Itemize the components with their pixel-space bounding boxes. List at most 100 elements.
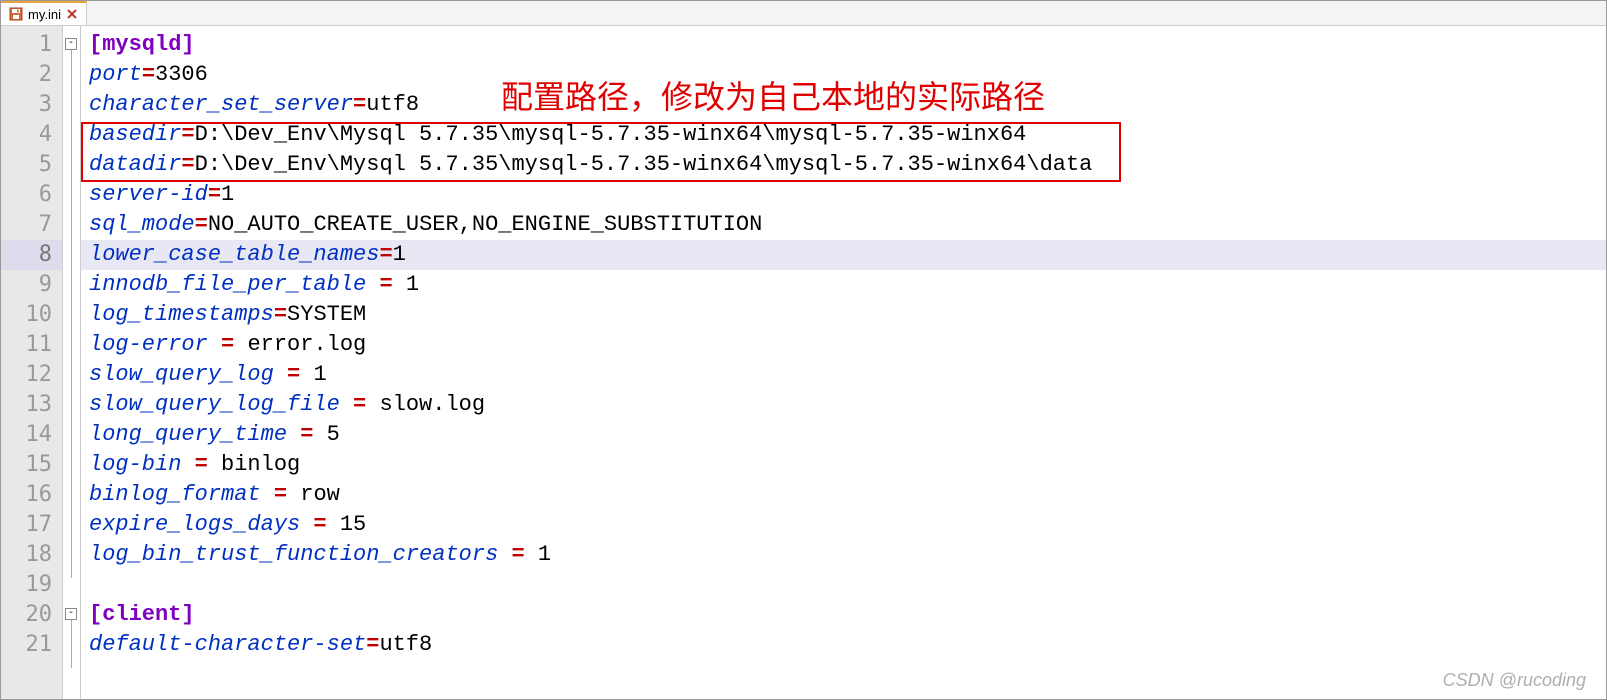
config-value: utf8 <box>366 92 419 117</box>
editor-window: my.ini 123456789101112131415161718192021… <box>0 0 1607 700</box>
fold-column: -- <box>63 26 81 699</box>
config-value: SYSTEM <box>287 302 366 327</box>
equals-sign: = <box>340 392 380 417</box>
code-line[interactable]: [mysqld] <box>81 30 1606 60</box>
config-value: error.log <box>247 332 366 357</box>
save-icon <box>9 7 23 21</box>
code-line[interactable] <box>81 570 1606 600</box>
code-line[interactable]: log-error = error.log <box>81 330 1606 360</box>
config-value: 1 <box>406 272 419 297</box>
tab-my-ini[interactable]: my.ini <box>1 1 87 25</box>
code-line[interactable]: log_bin_trust_function_creators = 1 <box>81 540 1606 570</box>
equals-sign: = <box>287 422 327 447</box>
config-value: 1 <box>221 182 234 207</box>
line-number-gutter: 123456789101112131415161718192021 <box>1 26 63 699</box>
line-number: 20 <box>1 600 62 630</box>
code-area[interactable]: [mysqld]port=3306character_set_server=ut… <box>81 26 1606 699</box>
line-number: 18 <box>1 540 62 570</box>
code-line[interactable]: port=3306 <box>81 60 1606 90</box>
code-line[interactable]: lower_case_table_names=1 <box>81 240 1606 270</box>
close-icon[interactable] <box>66 8 78 20</box>
config-key: long_query_time <box>89 422 287 447</box>
line-number: 12 <box>1 360 62 390</box>
code-line[interactable]: expire_logs_days = 15 <box>81 510 1606 540</box>
code-line[interactable]: innodb_file_per_table = 1 <box>81 270 1606 300</box>
config-value: slow.log <box>379 392 485 417</box>
code-line[interactable]: slow_query_log_file = slow.log <box>81 390 1606 420</box>
line-number: 10 <box>1 300 62 330</box>
config-value: D:\Dev_Env\Mysql 5.7.35\mysql-5.7.35-win… <box>195 152 1093 177</box>
equals-sign: = <box>366 272 406 297</box>
code-line[interactable]: long_query_time = 5 <box>81 420 1606 450</box>
code-line[interactable]: server-id=1 <box>81 180 1606 210</box>
config-key: character_set_server <box>89 92 353 117</box>
code-line[interactable]: binlog_format = row <box>81 480 1606 510</box>
code-line[interactable]: datadir=D:\Dev_Env\Mysql 5.7.35\mysql-5.… <box>81 150 1606 180</box>
config-key: innodb_file_per_table <box>89 272 366 297</box>
editor-area[interactable]: 123456789101112131415161718192021 -- [my… <box>1 26 1606 699</box>
config-key: default-character-set <box>89 632 366 657</box>
fold-toggle[interactable]: - <box>65 608 77 620</box>
config-value: 1 <box>538 542 551 567</box>
config-key: datadir <box>89 152 181 177</box>
config-key: log_bin_trust_function_creators <box>89 542 498 567</box>
line-number: 21 <box>1 630 62 660</box>
code-line[interactable]: log-bin = binlog <box>81 450 1606 480</box>
config-value: binlog <box>221 452 300 477</box>
line-number: 13 <box>1 390 62 420</box>
config-value: NO_AUTO_CREATE_USER,NO_ENGINE_SUBSTITUTI… <box>208 212 763 237</box>
fold-toggle[interactable]: - <box>65 38 77 50</box>
line-number: 15 <box>1 450 62 480</box>
code-line[interactable]: basedir=D:\Dev_Env\Mysql 5.7.35\mysql-5.… <box>81 120 1606 150</box>
config-key: lower_case_table_names <box>89 242 379 267</box>
config-value: D:\Dev_Env\Mysql 5.7.35\mysql-5.7.35-win… <box>195 122 1027 147</box>
equals-sign: = <box>274 302 287 327</box>
tab-bar: my.ini <box>1 1 1606 26</box>
config-key: log_timestamps <box>89 302 274 327</box>
line-number: 2 <box>1 60 62 90</box>
line-number: 1 <box>1 30 62 60</box>
code-line[interactable]: sql_mode=NO_AUTO_CREATE_USER,NO_ENGINE_S… <box>81 210 1606 240</box>
config-key: basedir <box>89 122 181 147</box>
equals-sign: = <box>208 332 248 357</box>
config-key: slow_query_log_file <box>89 392 340 417</box>
code-line[interactable]: [client] <box>81 600 1606 630</box>
equals-sign: = <box>366 632 379 657</box>
equals-sign: = <box>181 452 221 477</box>
config-key: slow_query_log <box>89 362 274 387</box>
section-header: [client] <box>89 602 195 627</box>
watermark: CSDN @rucoding <box>1443 670 1586 691</box>
fold-guide-line <box>71 620 72 668</box>
equals-sign: = <box>274 362 314 387</box>
code-line[interactable]: slow_query_log = 1 <box>81 360 1606 390</box>
config-key: port <box>89 62 142 87</box>
config-value: 1 <box>313 362 326 387</box>
equals-sign: = <box>181 122 194 147</box>
equals-sign: = <box>208 182 221 207</box>
equals-sign: = <box>379 242 392 267</box>
config-value: utf8 <box>379 632 432 657</box>
line-number: 7 <box>1 210 62 240</box>
config-key: expire_logs_days <box>89 512 300 537</box>
line-number: 4 <box>1 120 62 150</box>
equals-sign: = <box>181 152 194 177</box>
equals-sign: = <box>300 512 340 537</box>
equals-sign: = <box>142 62 155 87</box>
line-number: 9 <box>1 270 62 300</box>
line-number: 16 <box>1 480 62 510</box>
code-line[interactable]: default-character-set=utf8 <box>81 630 1606 660</box>
config-key: log-error <box>89 332 208 357</box>
code-line[interactable]: log_timestamps=SYSTEM <box>81 300 1606 330</box>
line-number: 14 <box>1 420 62 450</box>
equals-sign: = <box>195 212 208 237</box>
equals-sign: = <box>353 92 366 117</box>
config-key: log-bin <box>89 452 181 477</box>
line-number: 19 <box>1 570 62 600</box>
equals-sign: = <box>498 542 538 567</box>
config-value: row <box>300 482 340 507</box>
line-number: 5 <box>1 150 62 180</box>
config-key: sql_mode <box>89 212 195 237</box>
code-line[interactable]: character_set_server=utf8 <box>81 90 1606 120</box>
fold-guide-line <box>71 50 72 578</box>
config-value: 3306 <box>155 62 208 87</box>
